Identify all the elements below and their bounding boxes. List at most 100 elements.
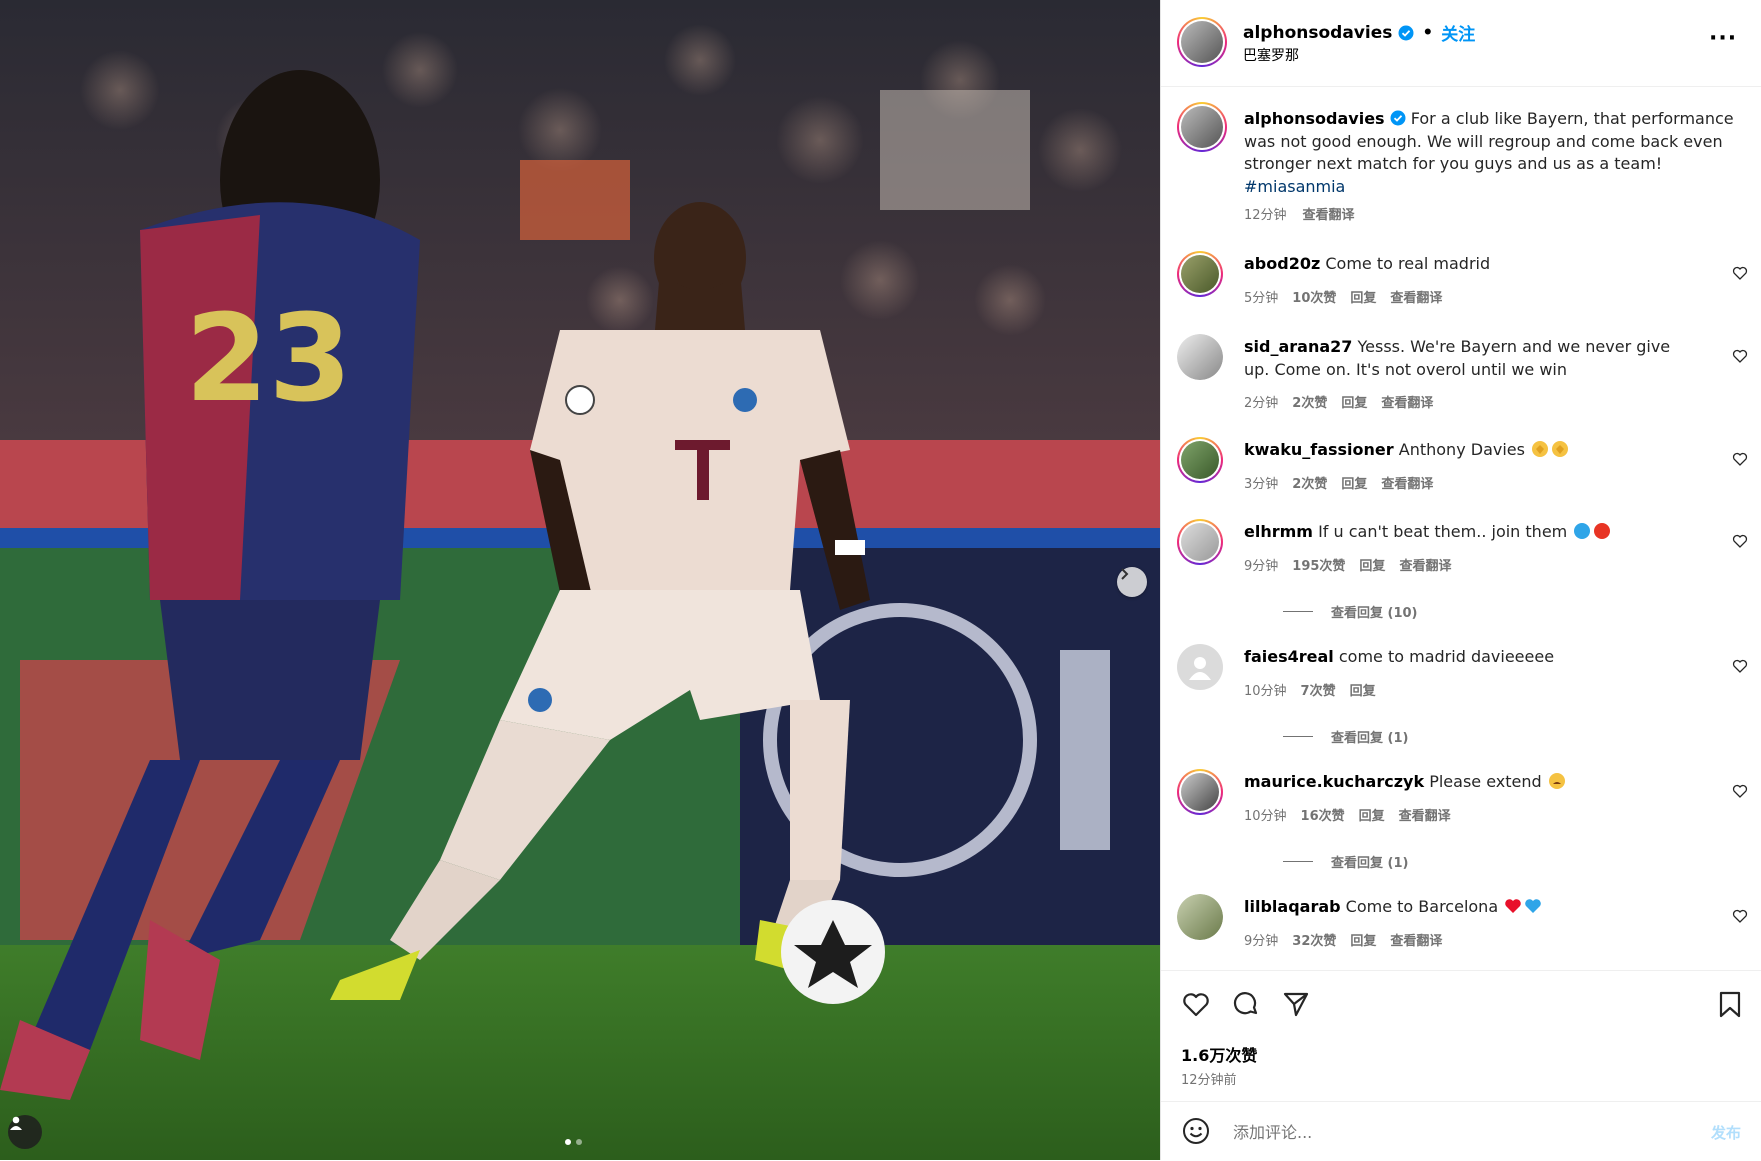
- caption-translate-link[interactable]: 查看翻译: [1303, 204, 1355, 223]
- comment-username[interactable]: sid_arana27: [1244, 337, 1352, 356]
- comment-likes[interactable]: 7次赞: [1301, 680, 1336, 699]
- comment-time: 10分钟: [1244, 809, 1287, 824]
- tagged-users-button[interactable]: [8, 1115, 42, 1149]
- comment-likes[interactable]: 10次赞: [1292, 287, 1336, 306]
- clap-emoji-icon: [1532, 441, 1549, 457]
- reply-link[interactable]: 回复: [1350, 930, 1376, 949]
- comment-input-bar: 发布: [1161, 1101, 1761, 1161]
- reply-link[interactable]: 回复: [1350, 680, 1376, 699]
- red-circle-emoji-icon: [1594, 523, 1611, 539]
- comment-username[interactable]: lilblaqarab: [1244, 897, 1341, 916]
- user-tag-icon: [10, 1116, 22, 1130]
- comment-time: 2分钟: [1244, 396, 1279, 411]
- post-time: 12分钟前: [1181, 1073, 1237, 1088]
- blue-heart-emoji-icon: [1525, 899, 1542, 913]
- share-icon[interactable]: [1281, 989, 1311, 1019]
- reply-link[interactable]: 回复: [1359, 805, 1385, 824]
- commenter-avatar[interactable]: [1177, 251, 1223, 297]
- bookmark-icon[interactable]: [1715, 989, 1745, 1019]
- view-replies-button[interactable]: 查看回复 (1): [1283, 852, 1408, 871]
- commenter-avatar[interactable]: [1177, 769, 1223, 815]
- heart-icon[interactable]: [1732, 348, 1748, 364]
- translate-link[interactable]: 查看翻译: [1399, 805, 1451, 824]
- commenter-avatar[interactable]: [1177, 519, 1223, 565]
- caption-hashtag[interactable]: #miasanmia: [1244, 177, 1345, 196]
- heart-icon[interactable]: [1732, 783, 1748, 799]
- comment-text: If u can't beat them.. join them: [1318, 522, 1568, 541]
- blue-circle-emoji-icon: [1574, 523, 1591, 539]
- translate-link[interactable]: 查看翻译: [1381, 392, 1433, 411]
- translate-link[interactable]: 查看翻译: [1399, 555, 1451, 574]
- more-options-icon[interactable]: ···: [1709, 26, 1737, 51]
- commenter-avatar[interactable]: [1177, 334, 1223, 380]
- comment-likes[interactable]: 32次赞: [1292, 930, 1336, 949]
- like-heart-icon[interactable]: [1181, 989, 1211, 1019]
- comment-icon[interactable]: [1231, 989, 1261, 1019]
- comment-username[interactable]: abod20z: [1244, 254, 1320, 273]
- svg-text:23: 23: [185, 290, 352, 429]
- caption-time: 12分钟: [1244, 208, 1287, 223]
- comment-username[interactable]: elhrmm: [1244, 522, 1313, 541]
- likes-count[interactable]: 1.6万次赞: [1181, 1042, 1257, 1066]
- comment-text: come to madrid davieeeee: [1338, 647, 1555, 666]
- comment-username[interactable]: kwaku_fassioner: [1244, 440, 1394, 459]
- carousel-indicator: [565, 1139, 582, 1145]
- football-photo: 23: [0, 0, 1160, 1160]
- comment-time: 9分钟: [1244, 559, 1279, 574]
- carousel-dot: [576, 1139, 582, 1145]
- comment-username[interactable]: maurice.kucharczyk: [1244, 772, 1424, 791]
- heart-icon[interactable]: [1732, 658, 1748, 674]
- heart-icon[interactable]: [1732, 451, 1748, 467]
- comment-time: 5分钟: [1244, 291, 1279, 306]
- follow-button[interactable]: 关注: [1441, 20, 1475, 45]
- comment-likes[interactable]: 195次赞: [1292, 555, 1345, 574]
- next-image-button[interactable]: [1117, 567, 1147, 597]
- comment-likes[interactable]: 2次赞: [1292, 473, 1327, 492]
- commenter-avatar[interactable]: [1177, 894, 1223, 940]
- comment-time: 9分钟: [1244, 934, 1279, 949]
- heart-icon[interactable]: [1732, 908, 1748, 924]
- view-replies-label: 查看回复 (10): [1331, 606, 1418, 621]
- verified-badge-icon: [1398, 25, 1414, 40]
- smile-icon[interactable]: [1181, 1116, 1211, 1146]
- reply-link[interactable]: 回复: [1341, 473, 1367, 492]
- comment-text: Please extend: [1429, 772, 1542, 791]
- caption-avatar[interactable]: [1177, 102, 1227, 152]
- commenter-avatar[interactable]: [1177, 644, 1223, 690]
- translate-link[interactable]: 查看翻译: [1390, 930, 1442, 949]
- author-username[interactable]: alphonsodavies: [1243, 23, 1392, 43]
- comment-username[interactable]: faies4real: [1244, 647, 1334, 666]
- comment-text: Anthony Davies: [1398, 440, 1525, 459]
- view-replies-button[interactable]: 查看回复 (1): [1283, 727, 1408, 746]
- post-header: alphonsodavies • 关注 巴塞罗那 ···: [1161, 0, 1761, 87]
- red-heart-emoji-icon: [1505, 899, 1522, 913]
- translate-link[interactable]: 查看翻译: [1390, 287, 1442, 306]
- default-avatar-icon: [1189, 657, 1211, 680]
- translate-link[interactable]: 查看翻译: [1381, 473, 1433, 492]
- comment-text: Come to Barcelona: [1345, 897, 1499, 916]
- reply-link[interactable]: 回复: [1341, 392, 1367, 411]
- heart-icon[interactable]: [1732, 265, 1748, 281]
- caption-username[interactable]: alphonsodavies: [1244, 109, 1385, 128]
- reply-link[interactable]: 回复: [1350, 287, 1376, 306]
- commenter-avatar[interactable]: [1177, 437, 1223, 483]
- heart-icon[interactable]: [1732, 533, 1748, 549]
- comment-time: 10分钟: [1244, 684, 1287, 699]
- comment-text: Come to real madrid: [1325, 254, 1491, 273]
- author-avatar[interactable]: [1177, 17, 1227, 67]
- weary-face-emoji-icon: [1548, 773, 1565, 789]
- reply-link[interactable]: 回复: [1359, 555, 1385, 574]
- separator-dot: •: [1422, 22, 1434, 43]
- view-replies-label: 查看回复 (1): [1331, 856, 1409, 871]
- comment-time: 3分钟: [1244, 477, 1279, 492]
- clap-emoji-icon: [1552, 441, 1569, 457]
- post-comment-button[interactable]: 发布: [1711, 1122, 1741, 1143]
- comment-input[interactable]: [1231, 1116, 1655, 1148]
- comment-likes[interactable]: 16次赞: [1301, 805, 1345, 824]
- view-replies-button[interactable]: 查看回复 (10): [1283, 602, 1418, 621]
- comment-likes[interactable]: 2次赞: [1292, 392, 1327, 411]
- post-photo[interactable]: 23: [0, 0, 1160, 1160]
- post-location[interactable]: 巴塞罗那: [1243, 45, 1299, 65]
- carousel-dot-active: [565, 1139, 571, 1145]
- verified-badge-icon: [1390, 110, 1406, 126]
